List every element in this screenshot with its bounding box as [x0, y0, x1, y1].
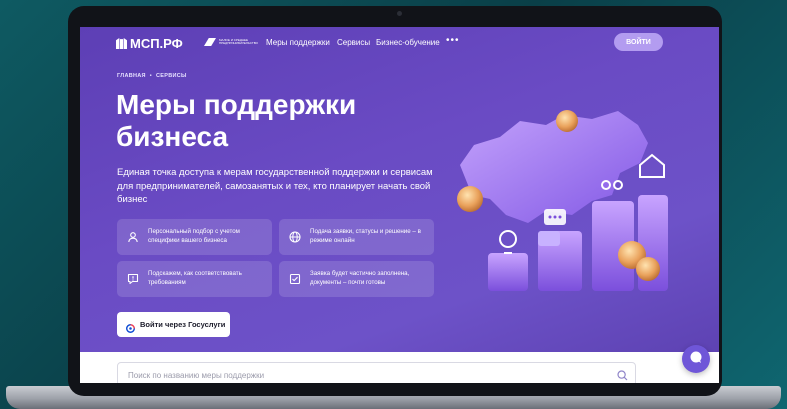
- gosuslugi-login-button[interactable]: Войти через Госуслуги: [117, 312, 230, 337]
- hero-illustration: [457, 110, 668, 291]
- site-logo[interactable]: МСП.РФ: [116, 36, 183, 51]
- message-alert-icon: [126, 272, 140, 286]
- camera-icon: [397, 11, 402, 16]
- coin-icon: [636, 257, 660, 281]
- logo-icon: [116, 38, 127, 49]
- coin-icon: [556, 110, 578, 132]
- lightbulb-icon: [499, 230, 517, 254]
- logo-text: МСП.РФ: [130, 36, 183, 51]
- nav-business-education[interactable]: Бизнес-обучение: [376, 38, 440, 47]
- feature-card: Подача заявки, статусы и решение – в реж…: [279, 219, 434, 255]
- breadcrumb: ГЛАВНАЯ • СЕРВИСЫ: [117, 73, 191, 79]
- feature-text: Подача заявки, статусы и решение – в реж…: [310, 228, 421, 244]
- home-icon: [639, 153, 665, 178]
- partner-logo: МАЛОЕ И СРЕДНЕЕ ПРЕДПРИНИМАТЕЛЬСТВО: [204, 38, 271, 46]
- search-box[interactable]: [117, 362, 636, 383]
- chat-bubble-icon: [544, 209, 566, 225]
- message-icon: [538, 231, 560, 246]
- breadcrumb-separator: •: [149, 73, 153, 79]
- form-check-icon: [288, 272, 302, 286]
- gosuslugi-label: Войти через Госуслуги: [140, 320, 226, 329]
- chat-widget-button[interactable]: [682, 345, 710, 373]
- website-screen: МСП.РФ МАЛОЕ И СРЕДНЕЕ ПРЕДПРИНИМАТЕЛЬСТ…: [80, 27, 719, 383]
- more-menu-icon[interactable]: •••: [446, 35, 460, 46]
- bar-step: [488, 253, 528, 291]
- search-input[interactable]: [126, 367, 610, 383]
- coin-icon: [457, 186, 483, 212]
- search-icon[interactable]: [617, 368, 628, 383]
- feature-card: Персональный подбор с учетом специфики в…: [117, 219, 272, 255]
- globe-icon: [288, 230, 302, 244]
- feature-text: Подскажем, как соответствовать требовани…: [148, 270, 242, 286]
- person-icon: [126, 230, 140, 244]
- breadcrumb-services[interactable]: СЕРВИСЫ: [156, 73, 187, 79]
- nav-support-measures[interactable]: Меры поддержки: [266, 38, 330, 47]
- feature-card: Заявка будет частично заполнена, докумен…: [279, 261, 434, 297]
- page-title: Меры поддержки бизнеса: [116, 89, 357, 152]
- breadcrumb-home[interactable]: ГЛАВНАЯ: [117, 73, 146, 79]
- feature-card: Подскажем, как соответствовать требовани…: [117, 261, 272, 297]
- partner-logo-text: МАЛОЕ И СРЕДНЕЕ ПРЕДПРИНИМАТЕЛЬСТВО: [219, 37, 258, 45]
- gosuslugi-icon: [126, 320, 135, 333]
- chat-icon: [689, 350, 703, 369]
- hero-description: Единая точка доступа к мерам государстве…: [117, 167, 433, 205]
- feature-text: Заявка будет частично заполнена, докумен…: [310, 270, 410, 286]
- nav-services[interactable]: Сервисы: [337, 38, 370, 47]
- top-navigation: МСП.РФ МАЛОЕ И СРЕДНЕЕ ПРЕДПРИНИМАТЕЛЬСТ…: [80, 27, 719, 57]
- login-button[interactable]: ВОЙТИ: [614, 33, 663, 51]
- partner-logo-icon: [204, 38, 216, 46]
- feature-text: Персональный подбор с учетом специфики в…: [148, 228, 240, 244]
